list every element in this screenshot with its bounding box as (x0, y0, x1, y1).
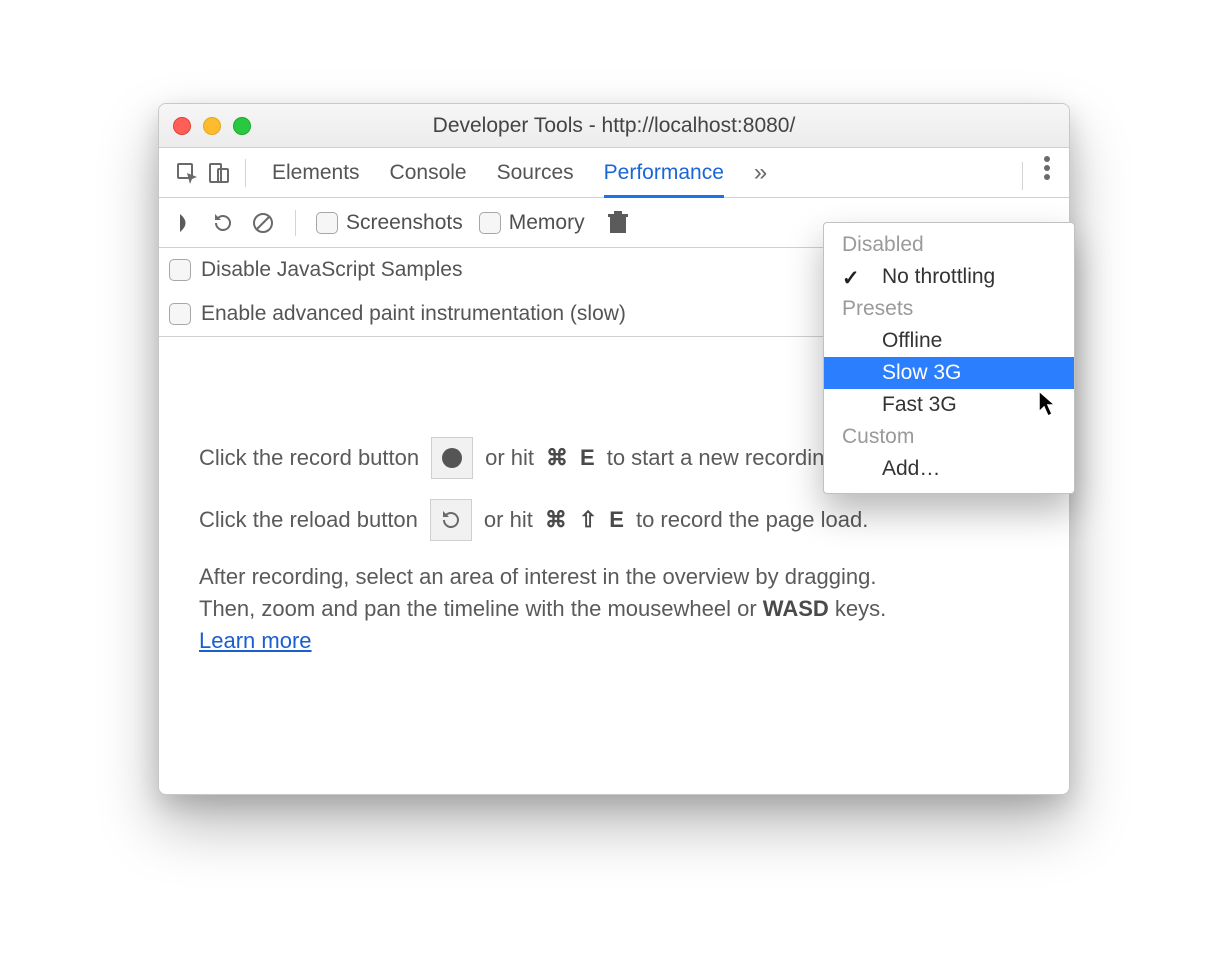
enable-paint-label: Enable advanced paint instrumentation (s… (201, 302, 626, 326)
clear-icon[interactable] (251, 211, 275, 235)
instr-text: Click the record button (199, 438, 419, 478)
zoom-window-button[interactable] (233, 117, 251, 135)
window-controls (159, 117, 251, 135)
dropdown-group-disabled: Disabled (824, 229, 1074, 261)
option-label: Add… (882, 457, 940, 480)
keycap-cmd: ⌘ (546, 438, 568, 478)
devtools-menu-button[interactable] (1016, 155, 1057, 189)
option-label: Slow 3G (882, 361, 961, 384)
instr-text: to start a new recording. (607, 438, 843, 478)
instr-text: or hit (485, 438, 534, 478)
keycap-e: E (580, 438, 595, 478)
window-title: Developer Tools - http://localhost:8080/ (159, 114, 1069, 138)
para-line: After recording, select an area of inter… (199, 564, 876, 589)
network-throttling-dropdown: Disabled ✓ No throttling Presets Offline… (823, 222, 1075, 494)
trash-icon[interactable] (607, 211, 629, 235)
close-window-button[interactable] (173, 117, 191, 135)
para-line: keys. (829, 596, 886, 621)
inspect-element-icon[interactable] (171, 157, 203, 189)
option-label: Offline (882, 329, 942, 352)
dropdown-group-presets: Presets (824, 293, 1074, 325)
keycap-cmd: ⌘ (545, 500, 567, 540)
wasd-bold: WASD (763, 596, 829, 621)
throttle-option-slow-3g[interactable]: Slow 3G (824, 357, 1074, 389)
instruction-reload: Click the reload button or hit ⌘ ⇧ E to … (199, 499, 1029, 541)
checkbox-icon[interactable] (316, 212, 338, 234)
record-button[interactable] (431, 437, 473, 479)
learn-more-link[interactable]: Learn more (199, 628, 312, 653)
devtools-window: Developer Tools - http://localhost:8080/… (158, 103, 1070, 795)
panel-tabs: Elements Console Sources Performance (272, 148, 724, 198)
more-tabs-icon[interactable]: » (754, 159, 767, 187)
option-label: Fast 3G (882, 393, 957, 416)
throttle-option-no-throttling[interactable]: ✓ No throttling (824, 261, 1074, 293)
dropdown-group-custom: Custom (824, 421, 1074, 453)
throttle-option-offline[interactable]: Offline (824, 325, 1074, 357)
instr-text: Click the reload button (199, 500, 418, 540)
keycap-e: E (609, 500, 624, 540)
disable-js-samples-label: Disable JavaScript Samples (201, 258, 462, 282)
tab-performance[interactable]: Performance (604, 148, 724, 198)
record-icon[interactable] (177, 212, 195, 234)
screenshots-checkbox[interactable]: Screenshots (316, 211, 463, 235)
throttle-option-add[interactable]: Add… (824, 453, 1074, 485)
instr-text: or hit (484, 500, 533, 540)
checkbox-icon[interactable] (169, 259, 191, 281)
devtools-tabbar: Elements Console Sources Performance » (159, 148, 1069, 198)
checkbox-icon[interactable] (479, 212, 501, 234)
tab-console[interactable]: Console (390, 148, 467, 198)
window-titlebar: Developer Tools - http://localhost:8080/ (159, 104, 1069, 148)
reload-button[interactable] (430, 499, 472, 541)
check-icon: ✓ (842, 266, 860, 291)
instruction-paragraph: After recording, select an area of inter… (199, 561, 1029, 657)
record-circle-icon (442, 448, 462, 468)
tab-sources[interactable]: Sources (497, 148, 574, 198)
tab-elements[interactable]: Elements (272, 148, 360, 198)
screenshots-label: Screenshots (346, 211, 463, 235)
memory-checkbox[interactable]: Memory (479, 211, 585, 235)
keycap-shift: ⇧ (579, 500, 597, 540)
instr-text: to record the page load. (636, 500, 868, 540)
device-toolbar-icon[interactable] (203, 157, 235, 189)
reload-icon[interactable] (211, 211, 235, 235)
minimize-window-button[interactable] (203, 117, 221, 135)
separator (295, 210, 296, 236)
option-label: No throttling (882, 265, 995, 288)
checkbox-icon[interactable] (169, 303, 191, 325)
memory-label: Memory (509, 211, 585, 235)
separator (245, 159, 246, 187)
para-line: Then, zoom and pan the timeline with the… (199, 596, 763, 621)
throttle-option-fast-3g[interactable]: Fast 3G (824, 389, 1074, 421)
